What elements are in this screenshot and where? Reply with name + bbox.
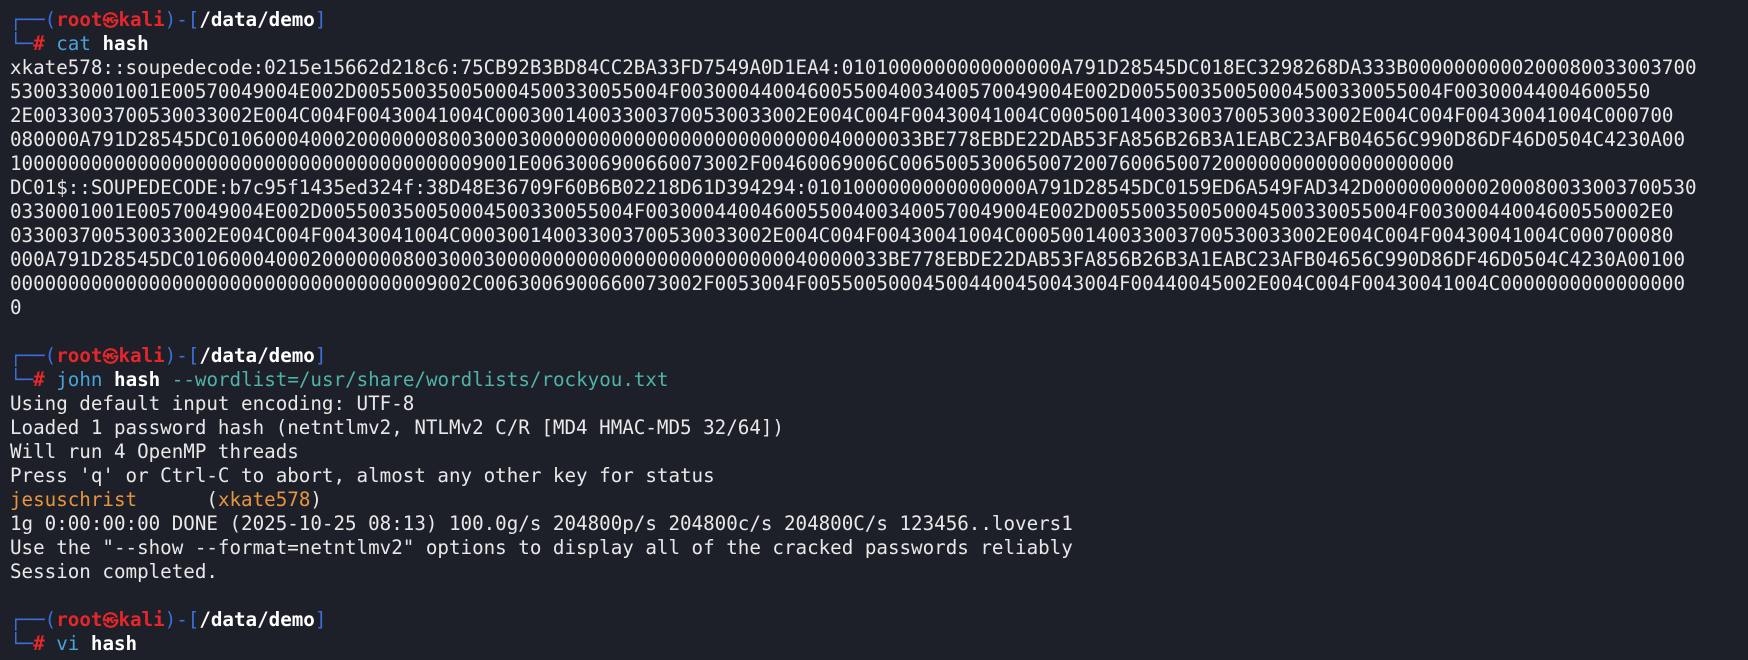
output-line: 0 — [10, 296, 22, 319]
prompt-frame-close: ] — [314, 8, 327, 31]
output-line: jesuschrist (xkate578) — [10, 488, 1740, 512]
prompt-host: kali — [118, 344, 165, 367]
prompt-hash: # — [33, 32, 45, 55]
output-line: Using default input encoding: UTF-8 — [10, 392, 415, 415]
prompt-cwd: /data/demo — [199, 608, 315, 631]
prompt-frame-open: ┌──( — [10, 8, 57, 31]
output-line: Session completed. — [10, 560, 218, 583]
output-line: 5300330001001E00570049004E002D0055003500… — [10, 80, 1651, 103]
prompt-host: kali — [118, 8, 165, 31]
output-line: 080000A791D28545DC0106000400020000000800… — [10, 128, 1686, 151]
cracked-spacer: ( — [137, 488, 218, 511]
prompt-cwd: /data/demo — [199, 8, 315, 31]
cracked-password: jesuschrist — [10, 488, 138, 511]
skull-icon: ㉿ — [102, 347, 119, 366]
command-arg: hash — [114, 368, 161, 391]
output-line: 1g 0:00:00:00 DONE (2025-10-25 08:13) 10… — [10, 512, 1073, 535]
terminal-window[interactable]: ┌──(root㉿kali)-[/data/demo] └─# cat hash x… — [10, 8, 1740, 656]
cracked-username: xkate578 — [217, 488, 311, 511]
output-line: 000A791D28545DC0106000400020000000800300… — [10, 248, 1686, 271]
prompt-frame-close: ] — [314, 344, 327, 367]
prompt-frame-open: ┌──( — [10, 344, 57, 367]
command-name: cat — [56, 32, 91, 55]
command-name: john — [56, 368, 103, 391]
output-line: 1000000000000000000000000000000000000000… — [10, 152, 1454, 175]
prompt-hash: # — [33, 368, 45, 391]
output-line: xkate578::soupedecode:0215e15662d218c6:7… — [10, 56, 1697, 79]
output-line: Will run 4 OpenMP threads — [10, 440, 299, 463]
output-line: Press 'q' or Ctrl-C to abort, almost any… — [10, 464, 715, 487]
prompt-header: ┌──(root㉿kali)-[/data/demo] — [10, 344, 1740, 368]
prompt-header: ┌──(root㉿kali)-[/data/demo] — [10, 8, 1740, 32]
command-name: vi — [56, 632, 80, 655]
cracked-close: ) — [310, 488, 322, 511]
command-line[interactable]: └─# cat hash — [10, 32, 1740, 56]
prompt-frame-close: ] — [314, 608, 327, 631]
prompt-frame-mid: )-[ — [164, 344, 200, 367]
command-line[interactable]: └─# vi hash — [10, 632, 1740, 656]
prompt-frame-mid: )-[ — [164, 8, 200, 31]
skull-icon: ㉿ — [102, 11, 119, 30]
output-line: 2E003300370053003300­2E004C004F004300410… — [10, 104, 1674, 127]
prompt-header: ┌──(root㉿kali)-[/data/demo] — [10, 608, 1740, 632]
prompt-user: root — [56, 344, 103, 367]
output-line: DC01$::SOUPEDECODE:b7c95f1435ed324f:38D4… — [10, 176, 1697, 199]
prompt-user: root — [56, 8, 103, 31]
output-line: 0000000000000000000000000000000000009002… — [10, 272, 1686, 295]
output-line: Use the "--show --format=netntlmv2" opti… — [10, 536, 1073, 559]
prompt-frame-mid: )-[ — [164, 608, 200, 631]
prompt-user: root — [56, 608, 103, 631]
prompt-frame-bottom: └─ — [10, 632, 34, 655]
command-arg: hash — [90, 632, 138, 655]
prompt-frame-bottom: └─ — [10, 368, 34, 391]
command-option: --wordlist=/usr/share/wordlists/rockyou.… — [171, 368, 669, 391]
prompt-frame-open: ┌──( — [10, 608, 57, 631]
prompt-host: kali — [118, 608, 165, 631]
output-line: 0330001001E00570049004E002D0055003500500… — [10, 200, 1674, 223]
output-line: Loaded 1 password hash (netntlmv2, NTLMv… — [10, 416, 784, 439]
prompt-hash: # — [33, 632, 45, 655]
prompt-frame-bottom: └─ — [10, 32, 34, 55]
command-arg: hash — [102, 32, 149, 55]
prompt-cwd: /data/demo — [199, 344, 315, 367]
output-line: 033003700530033002E004C004F00430041004C0… — [10, 224, 1674, 247]
skull-icon: ㉿ — [102, 611, 119, 630]
command-line[interactable]: └─# john hash --wordlist=/usr/share/word… — [10, 368, 1740, 392]
